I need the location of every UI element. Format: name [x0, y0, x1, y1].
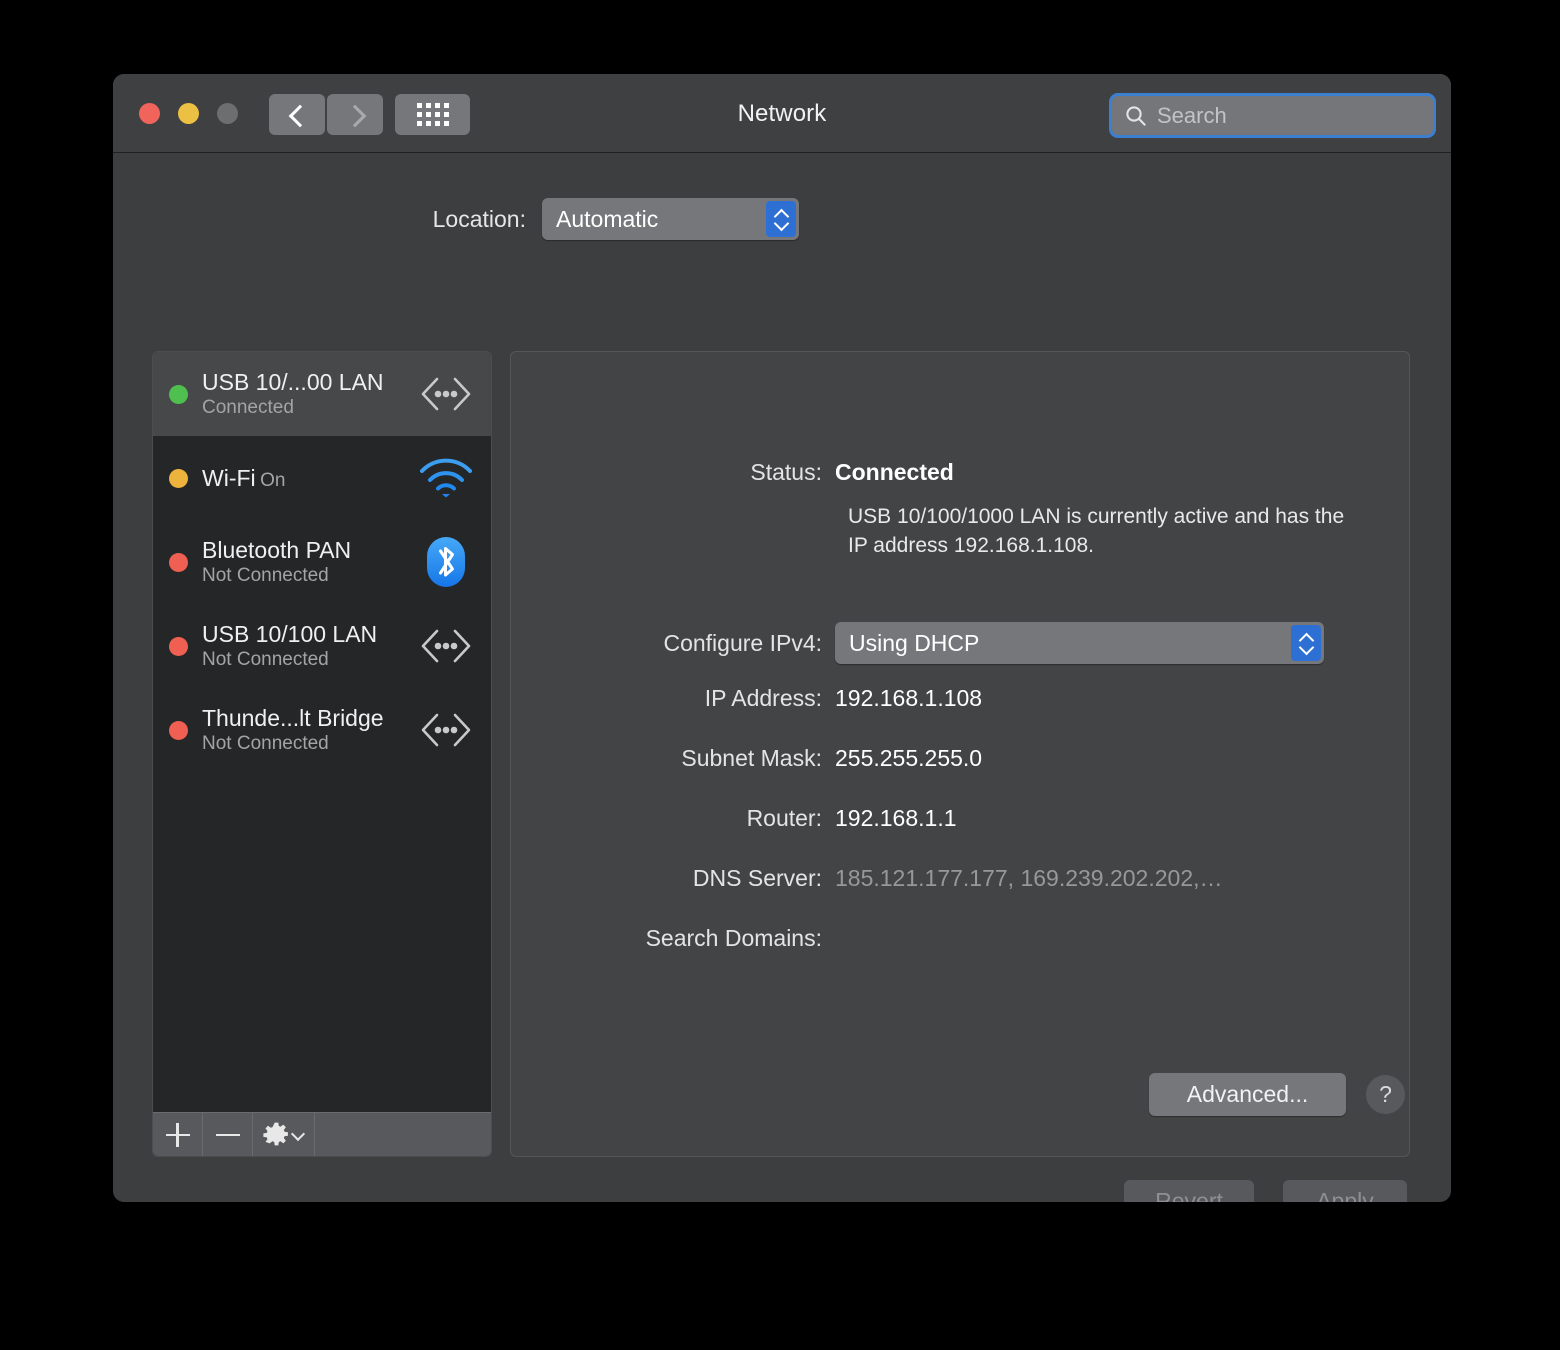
- service-actions-button[interactable]: [253, 1113, 315, 1156]
- sidebar-toolbar: [153, 1112, 491, 1156]
- status-dot: [169, 636, 188, 656]
- status-dot: [169, 552, 188, 572]
- status-dot: [169, 720, 188, 740]
- network-services-list[interactable]: USB 10/...00 LAN Connected Wi-Fi On Blue…: [153, 352, 491, 1112]
- location-row: Location: Automatic: [113, 198, 1451, 240]
- dns-server-label: DNS Server:: [692, 865, 822, 891]
- location-select[interactable]: Automatic: [542, 198, 799, 240]
- service-details-panel: Status: Connected USB 10/100/1000 LAN is…: [510, 351, 1410, 1157]
- wifi-icon: [415, 457, 477, 499]
- router-label: Router:: [746, 805, 822, 831]
- service-status: On: [260, 469, 286, 491]
- gear-icon: [263, 1122, 288, 1146]
- search-input[interactable]: [1157, 102, 1445, 129]
- configure-ipv4-select[interactable]: Using DHCP: [835, 622, 1324, 664]
- status-label: Status:: [750, 459, 822, 485]
- service-status: Not Connected: [202, 565, 329, 586]
- service-name: USB 10/100 LAN: [202, 621, 378, 647]
- router-row: Router: 192.168.1.1: [511, 802, 957, 834]
- help-button[interactable]: ?: [1366, 1075, 1405, 1114]
- apply-button[interactable]: Apply: [1283, 1180, 1407, 1202]
- ip-address-row: IP Address: 192.168.1.108: [511, 682, 982, 714]
- service-status: Connected: [202, 397, 294, 418]
- search-domains-row: Search Domains:: [511, 922, 835, 954]
- minus-icon: [215, 1123, 240, 1147]
- configure-ipv4-label: Configure IPv4:: [663, 630, 822, 656]
- location-selected-value: Automatic: [556, 205, 659, 232]
- dns-server-value: 185.121.177.177, 169.239.202.202,…: [835, 865, 1223, 891]
- ethernet-port-icon: [415, 626, 477, 666]
- window-titlebar: Network: [113, 74, 1451, 153]
- configure-ipv4-value: Using DHCP: [849, 629, 980, 656]
- subnet-mask-label: Subnet Mask:: [681, 745, 822, 771]
- network-services-sidebar: USB 10/...00 LAN Connected Wi-Fi On Blue…: [152, 351, 492, 1157]
- list-item[interactable]: Thunde...lt Bridge Not Connected: [153, 688, 491, 772]
- bluetooth-icon: [415, 535, 477, 589]
- chevron-updown-icon: [766, 201, 796, 237]
- search-domains-label: Search Domains:: [645, 925, 822, 951]
- ethernet-port-icon: [415, 374, 477, 414]
- list-item[interactable]: USB 10/...00 LAN Connected: [153, 352, 491, 436]
- list-item[interactable]: Wi-Fi On: [153, 436, 491, 520]
- advanced-button[interactable]: Advanced...: [1149, 1073, 1346, 1116]
- configure-ipv4-row: Configure IPv4: Using DHCP: [511, 622, 1324, 664]
- service-name: Thunde...lt Bridge: [202, 705, 384, 731]
- revert-button[interactable]: Revert: [1124, 1180, 1254, 1202]
- sidebar-toolbar-spacer: [315, 1113, 491, 1156]
- status-description: USB 10/100/1000 LAN is currently active …: [848, 505, 1345, 557]
- list-item[interactable]: USB 10/100 LAN Not Connected: [153, 604, 491, 688]
- plus-icon: [165, 1122, 190, 1147]
- status-row: Status: Connected: [511, 456, 954, 488]
- status-dot: [169, 384, 188, 404]
- subnet-mask-row: Subnet Mask: 255.255.255.0: [511, 742, 982, 774]
- search-icon: [1126, 105, 1146, 126]
- network-preferences-window: Network Location: Automatic: [113, 74, 1451, 1202]
- status-value: Connected: [835, 459, 954, 485]
- chevron-down-icon: [293, 1129, 304, 1140]
- list-item[interactable]: Bluetooth PAN Not Connected: [153, 520, 491, 604]
- remove-service-button[interactable]: [203, 1113, 253, 1156]
- add-service-button[interactable]: [153, 1113, 203, 1156]
- subnet-mask-value: 255.255.255.0: [835, 745, 983, 771]
- service-status: Not Connected: [202, 649, 329, 670]
- router-value: 192.168.1.1: [835, 805, 957, 831]
- location-label: Location:: [432, 205, 526, 232]
- ethernet-port-icon: [415, 710, 477, 750]
- service-name: USB 10/...00 LAN: [202, 369, 384, 395]
- status-dot: [169, 468, 188, 488]
- chevron-updown-icon: [1291, 625, 1321, 661]
- ip-address-value: 192.168.1.108: [835, 685, 983, 711]
- service-name: Wi-Fi: [202, 464, 256, 491]
- dns-server-row: DNS Server: 185.121.177.177, 169.239.202…: [511, 862, 1223, 894]
- service-status: Not Connected: [202, 733, 329, 754]
- ip-address-label: IP Address:: [704, 685, 822, 711]
- service-name: Bluetooth PAN: [202, 537, 352, 563]
- search-field[interactable]: [1109, 93, 1445, 138]
- window-content: Location: Automatic USB 10/...00 LAN Con…: [113, 153, 1451, 1202]
